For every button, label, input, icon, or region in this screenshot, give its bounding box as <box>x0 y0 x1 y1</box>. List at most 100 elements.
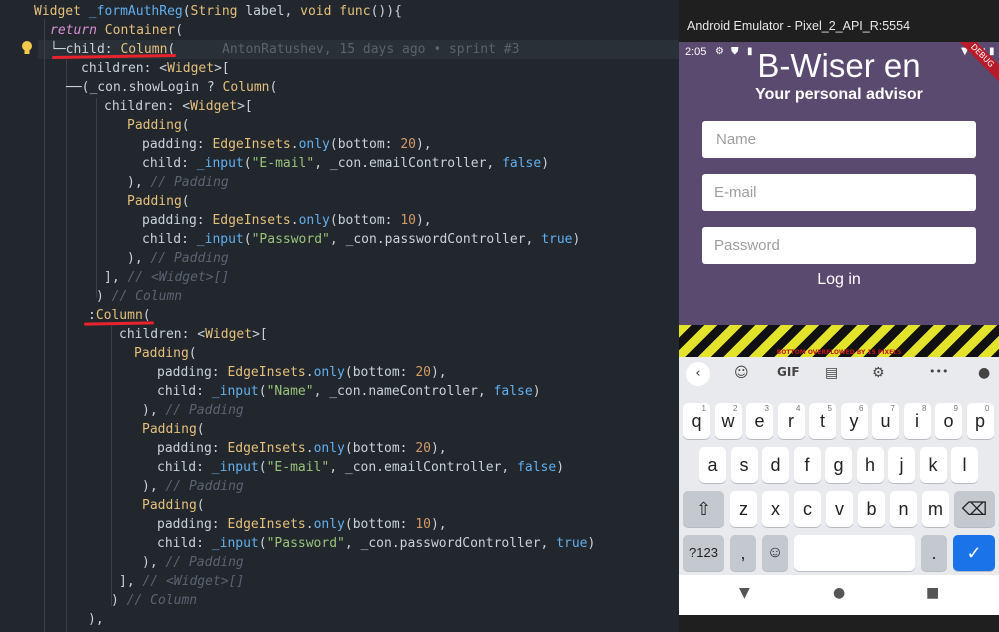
code-token: , _con.nameController, <box>313 384 494 399</box>
emoji-key[interactable]: ☺ <box>762 535 788 571</box>
key-number-hint: 4 <box>796 404 801 413</box>
key-d[interactable]: d <box>762 447 789 483</box>
key-h[interactable]: h <box>856 447 884 483</box>
key-a[interactable]: a <box>699 447 726 483</box>
code-token: padding: <box>157 441 228 456</box>
indent-guide <box>96 98 97 298</box>
key-w[interactable]: w2 <box>714 403 742 439</box>
key-j[interactable]: j <box>888 447 915 483</box>
back-nav-icon[interactable]: ▼ <box>739 585 750 601</box>
code-token: padding: <box>157 365 228 380</box>
key-i[interactable]: i8 <box>903 403 931 439</box>
key-s[interactable]: s <box>730 447 758 483</box>
key-v[interactable]: v <box>826 491 853 527</box>
name-input[interactable] <box>702 121 976 158</box>
code-token: : <box>88 308 96 323</box>
code-token: , _con.emailController, <box>314 156 503 171</box>
code-token: 10 <box>400 213 416 228</box>
key-u[interactable]: u7 <box>872 403 899 439</box>
key-c[interactable]: c <box>794 491 821 527</box>
device-screen[interactable]: 2:05 ⚙ ⛊ ▮ ▼ ◢ ▮ DEBUG B-Wiser en Your p… <box>679 42 999 615</box>
code-token: . <box>305 365 314 380</box>
code-token: (bottom: <box>329 137 401 152</box>
code-token: children: < <box>119 327 206 342</box>
code-token: // <Widget>[] <box>127 270 230 285</box>
key-f[interactable]: f <box>793 447 821 483</box>
key-l[interactable]: l <box>951 447 978 483</box>
key-m[interactable]: m <box>922 491 949 527</box>
key-z[interactable]: z <box>730 491 757 527</box>
code-token: >[ <box>252 327 268 342</box>
key-o[interactable]: o9 <box>935 403 962 439</box>
key-n[interactable]: n <box>890 491 917 527</box>
code-line: padding: EdgeInsets.only(bottom: 10), <box>142 211 432 230</box>
key-x[interactable]: x <box>762 491 789 527</box>
code-token: // Column <box>111 289 183 304</box>
code-line: child: _input("Password", _con.passwordC… <box>142 230 580 249</box>
clipboard-icon[interactable]: ▤ <box>825 365 838 381</box>
key-t[interactable]: t5 <box>809 403 836 439</box>
code-line: Padding( <box>127 192 190 211</box>
symbols-key[interactable]: ?123 <box>683 535 724 571</box>
key-number-hint: 3 <box>764 404 769 413</box>
code-token: ), <box>142 403 166 418</box>
code-line: ), // Padding <box>142 477 244 496</box>
code-token: // <Widget>[] <box>142 574 245 589</box>
code-line: Widget _formAuthReg(String label, void f… <box>34 2 402 21</box>
code-token: ( <box>243 232 252 247</box>
code-token: false <box>517 460 557 475</box>
enter-key[interactable]: ✓ <box>953 535 995 571</box>
shift-key[interactable]: ⇧ <box>683 491 724 527</box>
key-p[interactable]: p0 <box>966 403 994 439</box>
comma-key[interactable]: , <box>730 535 756 571</box>
indent-guide <box>111 326 112 606</box>
key-number-hint: 5 <box>827 404 832 413</box>
code-token: ( <box>175 23 184 38</box>
period-key[interactable]: . <box>921 535 947 571</box>
code-token: >[ <box>214 61 230 76</box>
home-nav-icon[interactable]: ● <box>833 585 845 601</box>
key-number-hint: 2 <box>733 404 738 413</box>
keyboard-collapse-icon[interactable]: ‹ <box>686 362 710 386</box>
microphone-icon[interactable]: ● <box>978 365 990 381</box>
key-q[interactable]: q1 <box>683 403 710 439</box>
sticker-icon[interactable]: ☺ <box>734 365 749 381</box>
code-line: child: _input("E-mail", _con.emailContro… <box>157 458 564 477</box>
code-token: ( <box>188 346 197 361</box>
key-label: r <box>788 411 794 431</box>
code-token: _formAuthReg <box>88 4 183 19</box>
code-line: children: <Widget>[ <box>81 59 230 78</box>
key-y[interactable]: y6 <box>840 403 868 439</box>
code-line: padding: EdgeInsets.only(bottom: 20), <box>142 135 432 154</box>
key-b[interactable]: b <box>858 491 885 527</box>
key-e[interactable]: e3 <box>746 403 773 439</box>
code-token: label, <box>237 4 301 19</box>
key-g[interactable]: g <box>825 447 852 483</box>
code-line: ), // Padding <box>142 553 244 572</box>
code-token: children: < <box>104 99 191 114</box>
backspace-key[interactable]: ⌫ <box>954 491 995 527</box>
code-editor[interactable]: Widget _formAuthReg(String label, void f… <box>0 0 680 632</box>
code-token: ), <box>415 213 432 228</box>
code-line: padding: EdgeInsets.only(bottom: 20), <box>157 363 447 382</box>
soft-keyboard[interactable]: ‹ ☺ GIF ▤ ⚙ ••• ● q1w2e3r4t5y6u7i8o9p0 a… <box>679 357 999 575</box>
code-token: ), <box>415 137 432 152</box>
recents-nav-icon[interactable]: ■ <box>926 585 939 601</box>
key-r[interactable]: r4 <box>777 403 805 439</box>
lightbulb-icon[interactable] <box>20 40 34 56</box>
gif-button[interactable]: GIF <box>777 365 800 379</box>
code-token: ), <box>127 251 151 266</box>
more-options-icon[interactable]: ••• <box>929 365 948 378</box>
code-token: . <box>305 441 314 456</box>
code-token: ( <box>258 384 267 399</box>
email-input[interactable] <box>702 174 976 211</box>
code-token: EdgeInsets <box>212 137 291 152</box>
code-token: // Padding <box>165 403 244 418</box>
code-token: . <box>290 137 299 152</box>
space-key[interactable] <box>794 535 915 571</box>
gear-icon[interactable]: ⚙ <box>872 365 885 381</box>
key-k[interactable]: k <box>919 447 947 483</box>
password-input[interactable] <box>702 227 976 264</box>
login-button[interactable]: Log in <box>679 271 999 289</box>
